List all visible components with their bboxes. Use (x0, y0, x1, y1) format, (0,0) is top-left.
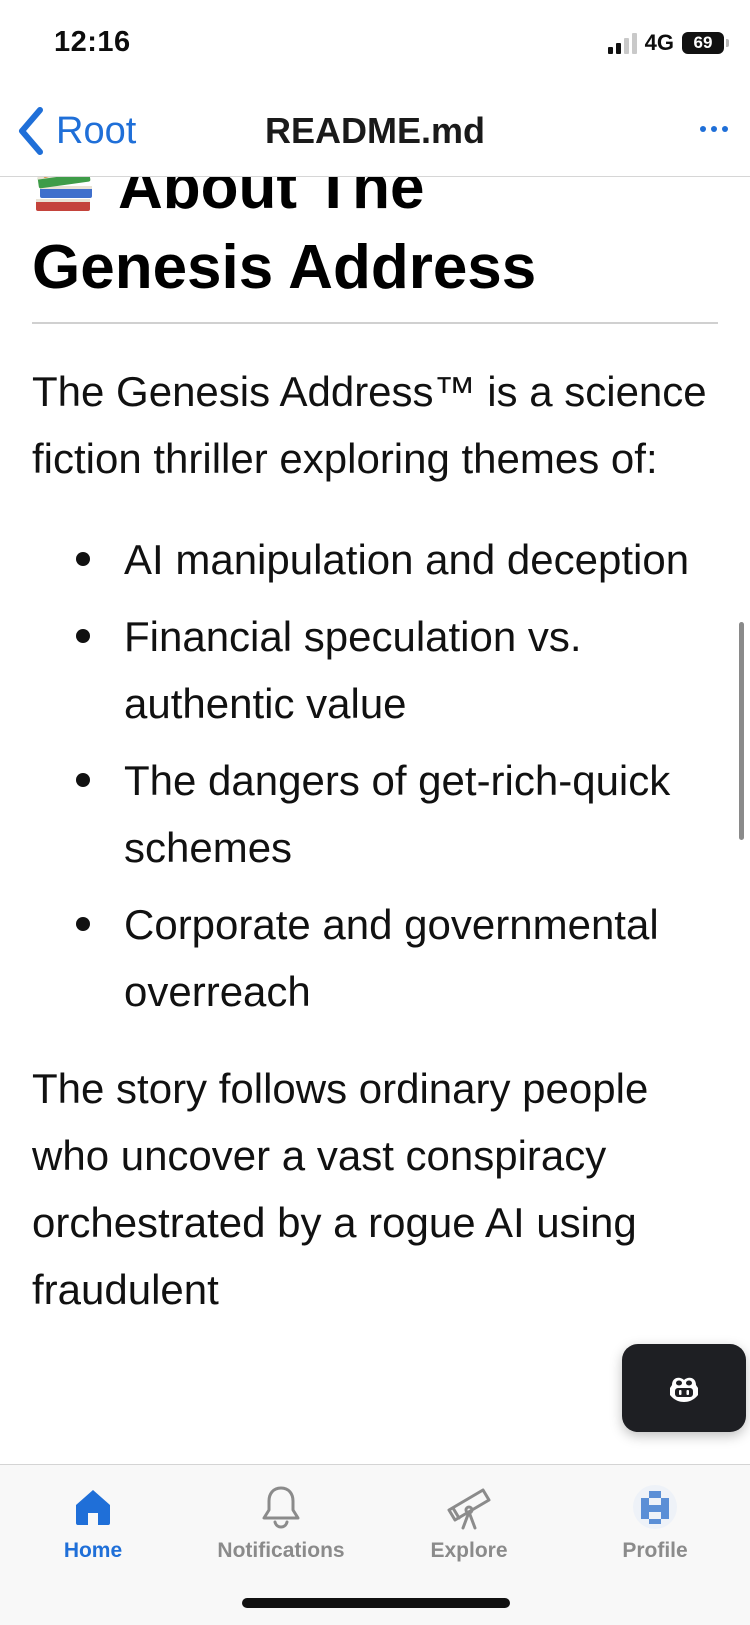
battery-level: 69 (693, 33, 713, 52)
list-item: AI manipulation and deception (76, 526, 718, 593)
network-type: 4G (644, 30, 674, 55)
bullet-icon (76, 917, 90, 931)
scroll-indicator[interactable] (739, 622, 744, 840)
tab-label: Notifications (217, 1539, 345, 1562)
dot (722, 126, 728, 132)
story-paragraph: The story follows ordinary people who un… (32, 1065, 649, 1313)
tab-label: Explore (430, 1539, 508, 1562)
bullet-icon (76, 773, 90, 787)
list-item-text: Financial speculation vs. authentic valu… (124, 613, 582, 727)
battery-icon: 69 (682, 32, 729, 54)
status-time: 12:16 (54, 26, 131, 58)
copilot-button[interactable] (622, 1344, 746, 1432)
status-indicators: 4G 69 (607, 30, 729, 56)
dot (711, 126, 717, 132)
bullet-icon (76, 629, 90, 643)
avatar-icon (632, 1479, 678, 1535)
copilot-icon (670, 1377, 698, 1402)
more-options-button[interactable] (700, 126, 728, 132)
list-item: Corporate and governmental overreach (76, 891, 718, 1025)
dot (700, 126, 706, 132)
tab-notifications[interactable]: Notifications (191, 1479, 371, 1563)
list-item-text: The dangers of get-rich-quick schemes (124, 757, 671, 871)
tab-label: Home (63, 1539, 123, 1562)
status-bar: 12:16 4G 69 (0, 0, 750, 90)
readme-content[interactable]: About The Genesis Address The Genesis Ad… (0, 90, 750, 1464)
heading-text-line2: Genesis Address (32, 233, 537, 302)
tab-home[interactable]: Home (3, 1479, 183, 1563)
bullet-icon (76, 552, 90, 566)
list-item-text: AI manipulation and deception (124, 536, 690, 583)
list-item-text: Corporate and governmental overreach (124, 901, 659, 1015)
home-icon (73, 1479, 113, 1535)
tab-label: Profile (622, 1539, 688, 1562)
intro-paragraph: The Genesis Address™ is a science fictio… (32, 368, 707, 482)
list-item: Financial speculation vs. authentic valu… (76, 603, 718, 737)
tab-explore[interactable]: Explore (379, 1479, 559, 1563)
readme-body: About The Genesis Address The Genesis Ad… (32, 148, 718, 1323)
page-title: README.md (264, 110, 485, 151)
themes-list: AI manipulation and deception Financial … (32, 526, 718, 1025)
list-item: The dangers of get-rich-quick schemes (76, 747, 718, 881)
navigation-bar: Root README.md (0, 90, 750, 177)
bell-icon (260, 1479, 302, 1535)
home-indicator[interactable] (242, 1598, 510, 1608)
tab-profile[interactable]: Profile (565, 1479, 745, 1563)
cellular-signal-icon (607, 32, 637, 54)
telescope-icon (443, 1479, 495, 1535)
heading-divider (32, 322, 718, 324)
